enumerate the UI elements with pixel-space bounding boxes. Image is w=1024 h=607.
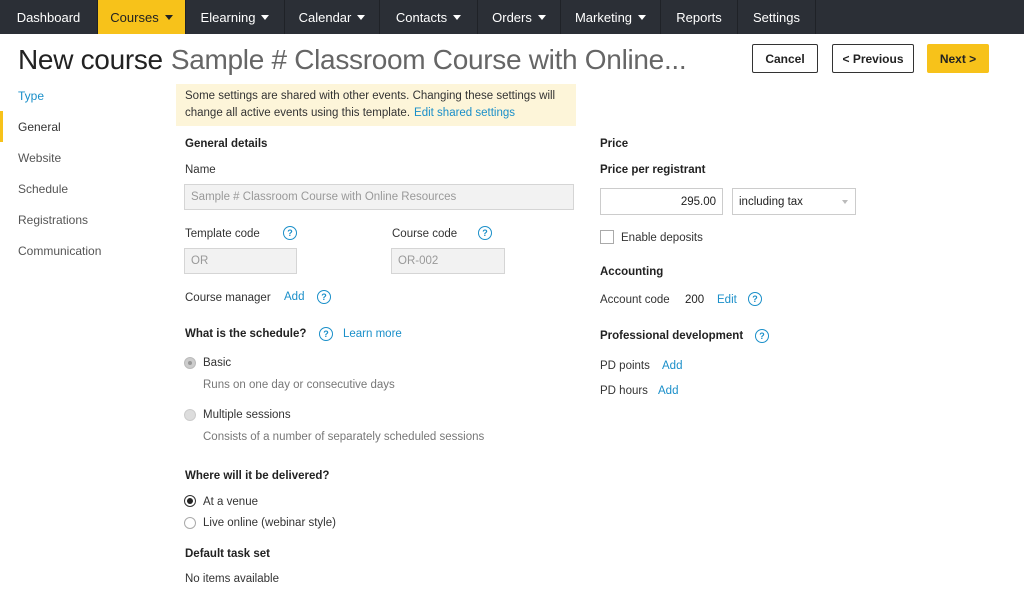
- schedule-question: What is the schedule?: [185, 328, 307, 340]
- nav-calendar[interactable]: Calendar: [285, 0, 380, 34]
- pd-heading: Professional development: [600, 330, 744, 342]
- nav-label: Reports: [676, 9, 722, 25]
- step-label: Type: [18, 88, 45, 103]
- step-schedule[interactable]: Schedule: [0, 173, 165, 204]
- name-value: Sample # Classroom Course with Online Re…: [191, 191, 457, 203]
- step-type[interactable]: Type: [0, 80, 165, 111]
- template-code-value: OR: [191, 255, 209, 267]
- delivery-venue-radio[interactable]: [184, 495, 196, 507]
- price-heading: Price: [600, 138, 629, 150]
- name-label: Name: [185, 164, 216, 176]
- step-general[interactable]: General: [0, 111, 165, 142]
- step-registrations[interactable]: Registrations: [0, 204, 165, 235]
- step-label: Website: [18, 150, 62, 165]
- task-set-empty: No items available: [185, 573, 279, 585]
- nav-label: Elearning: [200, 9, 256, 25]
- nav-contacts[interactable]: Contacts: [380, 0, 478, 34]
- wizard-steps: Type General Website Schedule Registrati…: [0, 80, 165, 266]
- nav-courses[interactable]: Courses: [98, 0, 186, 34]
- delivery-venue-label: At a venue: [203, 496, 258, 508]
- page-title-course-name: Sample # Classroom Course with Online...: [170, 44, 687, 75]
- shared-settings-notice: Some settings are shared with other even…: [176, 84, 576, 126]
- chevron-down-icon: [357, 14, 366, 20]
- delivery-question: Where will it be delivered?: [185, 470, 330, 482]
- course-manager-label: Course manager: [185, 292, 271, 304]
- step-website[interactable]: Website: [0, 142, 165, 173]
- schedule-basic-radio[interactable]: [184, 357, 196, 369]
- task-set-heading: Default task set: [185, 548, 271, 560]
- help-icon[interactable]: ?: [317, 290, 331, 304]
- enable-deposits-checkbox[interactable]: [600, 230, 614, 244]
- chevron-down-icon: [453, 14, 462, 20]
- page-title: New course Sample # Classroom Course with…: [18, 44, 687, 76]
- schedule-multiple-description: Consists of a number of separately sched…: [203, 431, 485, 443]
- help-icon[interactable]: ?: [748, 292, 762, 306]
- nav-label: Dashboard: [16, 9, 81, 25]
- chevron-down-icon: [261, 14, 270, 20]
- chevron-down-icon: [164, 14, 173, 20]
- chevron-down-icon: [842, 200, 848, 204]
- step-label: Communication: [18, 243, 102, 258]
- nav-label: Settings: [753, 9, 800, 25]
- accounting-heading: Accounting: [600, 266, 664, 278]
- course-code-label: Course code: [392, 228, 458, 240]
- chevron-down-icon: [638, 14, 647, 20]
- price-per-registrant-label: Price per registrant: [600, 164, 706, 176]
- nav-label: Calendar: [298, 9, 352, 25]
- edit-account-code-link[interactable]: Edit: [717, 294, 737, 306]
- step-communication[interactable]: Communication: [0, 235, 165, 266]
- nav-dashboard[interactable]: Dashboard: [0, 0, 98, 34]
- course-code-field[interactable]: OR-002: [391, 248, 505, 274]
- nav-label: Courses: [110, 9, 159, 25]
- nav-reports[interactable]: Reports: [661, 0, 738, 34]
- delivery-online-label: Live online (webinar style): [203, 517, 336, 529]
- top-nav: Dashboard Courses Elearning Calendar Con…: [0, 0, 1024, 34]
- schedule-multiple-label: Multiple sessions: [203, 409, 291, 421]
- nav-label: Marketing: [574, 9, 633, 25]
- template-code-label: Template code: [185, 228, 260, 240]
- tax-select-value: including tax: [739, 195, 803, 208]
- account-code-value: 200: [685, 294, 705, 306]
- help-icon[interactable]: ?: [283, 226, 297, 240]
- page-title-main: New course: [18, 44, 163, 75]
- account-code-label: Account code: [600, 294, 670, 306]
- help-icon[interactable]: ?: [319, 327, 333, 341]
- nav-orders[interactable]: Orders: [478, 0, 561, 34]
- nav-settings[interactable]: Settings: [738, 0, 816, 34]
- delivery-online-radio[interactable]: [184, 517, 196, 529]
- cancel-button[interactable]: Cancel: [752, 44, 818, 73]
- nav-marketing[interactable]: Marketing: [561, 0, 661, 34]
- nav-label: Contacts: [395, 9, 448, 25]
- enable-deposits-label: Enable deposits: [621, 232, 703, 244]
- add-pd-hours-link[interactable]: Add: [658, 385, 678, 397]
- price-input[interactable]: 295.00: [600, 188, 723, 215]
- add-pd-points-link[interactable]: Add: [662, 360, 682, 372]
- schedule-multiple-radio[interactable]: [184, 409, 196, 421]
- schedule-basic-description: Runs on one day or consecutive days: [203, 379, 395, 391]
- nav-elearning[interactable]: Elearning: [186, 0, 285, 34]
- chevron-down-icon: [537, 14, 546, 20]
- edit-shared-settings-link[interactable]: Edit shared settings: [414, 107, 515, 119]
- name-field[interactable]: Sample # Classroom Course with Online Re…: [184, 184, 574, 210]
- nav-label: Orders: [492, 9, 532, 25]
- previous-button[interactable]: < Previous: [832, 44, 914, 73]
- general-details-heading: General details: [185, 138, 268, 150]
- tax-select[interactable]: including tax: [732, 188, 856, 215]
- learn-more-link[interactable]: Learn more: [343, 328, 402, 340]
- step-label: General: [18, 119, 61, 134]
- help-icon[interactable]: ?: [755, 329, 769, 343]
- step-label: Registrations: [18, 212, 89, 227]
- schedule-basic-label: Basic: [203, 357, 232, 369]
- course-code-value: OR-002: [398, 255, 439, 267]
- price-value: 295.00: [680, 195, 716, 208]
- step-label: Schedule: [18, 181, 69, 196]
- next-button[interactable]: Next >: [927, 44, 989, 73]
- add-course-manager-link[interactable]: Add: [284, 291, 304, 303]
- pd-hours-label: PD hours: [600, 385, 648, 397]
- pd-points-label: PD points: [600, 360, 650, 372]
- help-icon[interactable]: ?: [478, 226, 492, 240]
- template-code-field[interactable]: OR: [184, 248, 297, 274]
